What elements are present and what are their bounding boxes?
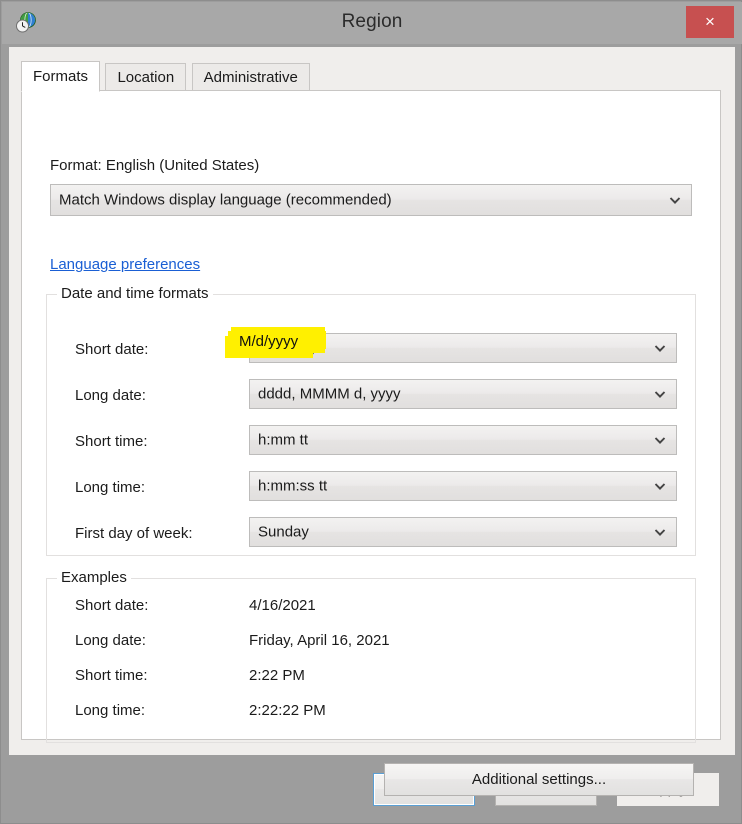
chevron-down-icon bbox=[653, 525, 667, 539]
title-bar: Region × bbox=[2, 2, 742, 44]
long-time-value: h:mm:ss tt bbox=[258, 477, 328, 495]
examples-group-title: Examples bbox=[57, 569, 131, 586]
date-time-formats-group: Date and time formats Short date: Long d… bbox=[46, 285, 696, 556]
tab-formats[interactable]: Formats bbox=[21, 61, 101, 92]
chevron-down-icon bbox=[653, 479, 667, 493]
long-date-value: dddd, MMMM d, yyyy bbox=[258, 385, 401, 403]
short-date-label: Short date: bbox=[75, 341, 149, 358]
long-time-combobox[interactable]: h:mm:ss tt bbox=[249, 471, 677, 501]
short-time-label: Short time: bbox=[75, 433, 148, 450]
first-day-of-week-combobox[interactable]: Sunday bbox=[249, 517, 677, 547]
additional-settings-button[interactable]: Additional settings... bbox=[384, 763, 694, 796]
first-day-of-week-label: First day of week: bbox=[75, 525, 193, 542]
chevron-down-icon bbox=[653, 341, 667, 355]
date-time-formats-group-title: Date and time formats bbox=[57, 285, 213, 302]
window-title: Region bbox=[341, 11, 403, 32]
short-date-value: M/d/yyyy bbox=[258, 339, 318, 357]
format-label: Format: English (United States) bbox=[50, 157, 260, 174]
tab-location[interactable]: Location bbox=[105, 63, 187, 91]
formats-tab-panel: Format: English (United States) Match Wi… bbox=[21, 90, 721, 796]
chevron-down-icon bbox=[653, 387, 667, 401]
tab-administrative[interactable]: Administrative bbox=[191, 63, 310, 91]
example-long-time-label: Long time: bbox=[75, 702, 146, 719]
example-short-date-value: 4/16/2021 bbox=[249, 597, 316, 614]
region-dialog-window: Region × Formats Location Administrative… bbox=[0, 0, 742, 824]
example-long-time-value: 2:22:22 PM bbox=[249, 702, 326, 719]
long-date-combobox[interactable]: dddd, MMMM d, yyyy bbox=[249, 379, 677, 409]
short-time-combobox[interactable]: h:mm tt bbox=[249, 425, 677, 455]
format-language-combobox[interactable]: Match Windows display language (recommen… bbox=[50, 184, 692, 216]
example-long-date-label: Long date: bbox=[75, 632, 146, 649]
first-day-of-week-value: Sunday bbox=[258, 523, 309, 541]
long-date-label: Long date: bbox=[75, 387, 146, 404]
short-time-value: h:mm tt bbox=[258, 431, 309, 449]
example-long-date-value: Friday, April 16, 2021 bbox=[249, 632, 390, 649]
example-short-time-label: Short time: bbox=[75, 667, 148, 684]
format-language-value: Match Windows display language (recommen… bbox=[59, 191, 392, 209]
short-date-combobox[interactable]: M/d/yyyy bbox=[249, 333, 677, 363]
chevron-down-icon bbox=[653, 433, 667, 447]
examples-group: Examples Short date: 4/16/2021 Long date… bbox=[46, 569, 696, 743]
example-short-time-value: 2:22 PM bbox=[249, 667, 305, 684]
tab-strip: Formats Location Administrative bbox=[21, 61, 311, 92]
language-preferences-link[interactable]: Language preferences bbox=[50, 256, 200, 273]
chevron-down-icon bbox=[668, 193, 682, 207]
long-time-label: Long time: bbox=[75, 479, 146, 496]
close-icon[interactable]: × bbox=[686, 6, 734, 38]
example-short-date-label: Short date: bbox=[75, 597, 149, 614]
dialog-body: Formats Location Administrative Format: … bbox=[9, 47, 735, 796]
